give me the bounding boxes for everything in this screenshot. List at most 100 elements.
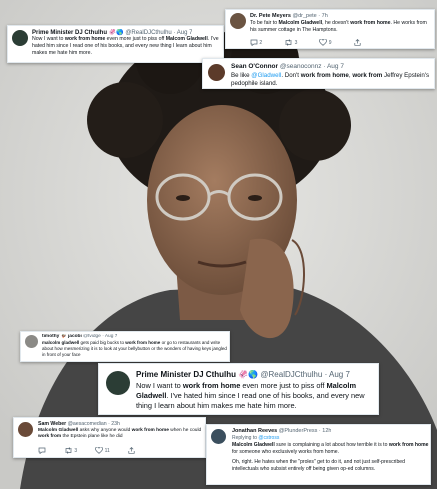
retweet-count: 3 <box>294 39 298 46</box>
share-button[interactable] <box>353 39 361 46</box>
retweet-icon <box>285 39 292 46</box>
like-count: 11 <box>104 447 110 454</box>
tweet-header: Sam Weber @aesacomedian · 23h <box>38 421 120 427</box>
share-icon <box>353 39 361 46</box>
tweet-header: Sean O'Connor @seanoconnz · Aug 7 <box>231 63 344 70</box>
share-icon <box>128 447 135 454</box>
highlight-text: Malcom Gladwell <box>165 36 208 42</box>
highlight-text: work from home <box>131 428 169 433</box>
highlight-text: work from home <box>125 340 161 345</box>
text-run: Now I want to <box>32 36 65 42</box>
handle[interactable]: @RealDJCthulhu <box>260 370 322 379</box>
tweet-card-cthulhu-top[interactable]: Prime Minister DJ Cthulhu 🦑🌎 @RealDJCthu… <box>7 25 224 63</box>
retweet-button[interactable]: 3 <box>284 39 297 46</box>
text-run: even more just to piss off <box>105 36 166 42</box>
display-name[interactable]: Jonathan Reeves <box>232 428 277 434</box>
display-name[interactable]: timothy 🦆 jacobi <box>42 334 82 339</box>
avatar[interactable] <box>106 371 130 395</box>
text-run: even more just to piss off <box>240 381 327 390</box>
handle[interactable]: @PlunderPress <box>279 428 318 434</box>
tweet-text: Now I want to work from home even more j… <box>32 36 220 57</box>
handle[interactable]: @dr_pete <box>293 13 317 19</box>
tweet-text: To be fair to Malcolm Gladwell, he doesn… <box>250 20 433 34</box>
mention-link[interactable]: @Gladwell <box>251 72 281 79</box>
like-count: 9 <box>328 39 332 46</box>
tweet-card-reeves[interactable]: Jonathan Reeves @PlunderPress · 12h Repl… <box>206 424 431 485</box>
replying-prefix: Replying to <box>232 435 259 441</box>
highlight-text: Malcolm Gladwell <box>38 428 79 433</box>
share-button[interactable] <box>128 447 135 454</box>
highlight-text: work from home <box>388 442 429 448</box>
text-run: To be fair to <box>250 20 279 26</box>
text-run: when he could <box>168 428 202 433</box>
tweet-text: Now I want to work from home even more j… <box>136 381 376 410</box>
text-run: . Don't <box>281 72 301 79</box>
text-run: , he doesn't <box>322 20 351 26</box>
reply-button[interactable] <box>38 447 46 454</box>
text-run: sure is complaining a lot about how terr… <box>274 442 389 448</box>
avatar[interactable] <box>230 13 246 29</box>
tweet-card-cthulhu-large[interactable]: Prime Minister DJ Cthulhu 🦑🌎 @RealDJCthu… <box>98 363 379 415</box>
tweet-text: malcolm gladwell gets paid big bucks to … <box>42 340 228 358</box>
display-name[interactable]: Sean O'Connor <box>231 63 278 70</box>
tweet-header: Dr. Pete Meyers @dr_pete · 7h <box>250 13 328 19</box>
text-run: for someone who exclusively works from h… <box>232 448 340 455</box>
text-run: asks why anyone would <box>78 428 132 433</box>
highlight-text: work from <box>352 72 383 79</box>
tweet-paragraph-2: Oh, right. He hates when the "proles" ge… <box>232 459 429 472</box>
highlight-text: work from <box>38 434 62 440</box>
tweet-header: timothy 🦆 jacobi @tvidge · Aug 7 <box>42 334 117 339</box>
text-run: the Epstein plane like he did <box>61 434 123 440</box>
avatar[interactable] <box>211 429 226 444</box>
tweet-header: Prime Minister DJ Cthulhu 🦑🌎 @RealDJCthu… <box>32 29 192 36</box>
handle[interactable]: @aesacomedian <box>68 421 107 427</box>
like-icon <box>319 39 328 46</box>
handle[interactable]: @seanoconnz <box>280 63 322 70</box>
replying-handle[interactable]: @cstross <box>258 435 279 441</box>
timestamp[interactable]: · Aug 7 <box>102 334 117 339</box>
tweet-card-timothy[interactable]: timothy 🦆 jacobi @tvidge · Aug 7 malcolm… <box>20 331 230 362</box>
avatar[interactable] <box>208 64 225 81</box>
highlight-text: Malcolm Gladwell <box>278 20 323 26</box>
reply-icon <box>38 447 46 454</box>
text-run: gets paid big bucks to <box>79 340 126 345</box>
handle[interactable]: @tvidge <box>83 334 101 339</box>
avatar[interactable] <box>18 422 33 437</box>
reply-count: 2 <box>259 39 263 46</box>
display-name[interactable]: Dr. Pete Meyers <box>250 13 291 19</box>
retweet-icon <box>65 447 72 454</box>
name-emoji: 🦑🌎 <box>238 370 259 379</box>
tweet-card-meyers[interactable]: Dr. Pete Meyers @dr_pete · 7h To be fair… <box>225 9 435 49</box>
display-name[interactable]: Prime Minister DJ Cthulhu <box>136 370 236 379</box>
avatar[interactable] <box>25 335 38 348</box>
highlight-text: work from home <box>300 72 349 79</box>
tweet-card-oconnor[interactable]: Sean O'Connor @seanoconnz · Aug 7 Be lik… <box>202 58 435 89</box>
reply-icon <box>250 39 258 46</box>
timestamp[interactable]: · 7h <box>318 13 327 19</box>
like-button[interactable]: 9 <box>319 39 332 46</box>
tweet-card-weber[interactable]: Sam Weber @aesacomedian · 23h Malcolm Gl… <box>13 417 206 458</box>
avatar[interactable] <box>12 30 28 46</box>
timestamp[interactable]: · 12h <box>319 428 332 434</box>
highlight-text: work from home <box>182 381 241 390</box>
like-button[interactable]: 11 <box>95 447 110 454</box>
like-icon <box>95 447 104 454</box>
tweet-header: Jonathan Reeves @PlunderPress · 12h <box>232 428 331 434</box>
tweet-paragraph-1: Malcolm Gladwell sure is complaining a l… <box>232 442 429 455</box>
reply-button[interactable]: 2 <box>250 39 262 46</box>
text-run: Oh, right. He hates when the "proles" ge… <box>232 459 405 473</box>
tweet-text: Malcolm Gladwell sure is complaining a l… <box>232 442 429 473</box>
replying-to: Replying to @cstross <box>232 435 279 441</box>
text-run: Be like <box>231 72 252 79</box>
tweet-header: Prime Minister DJ Cthulhu 🦑🌎 @RealDJCthu… <box>136 370 350 379</box>
timestamp[interactable]: · Aug 7 <box>325 370 350 379</box>
highlight-text: malcolm gladwell <box>42 340 80 345</box>
display-name[interactable]: Sam Weber <box>38 421 66 427</box>
tweet-actions: 3 11 <box>38 447 135 454</box>
timestamp[interactable]: · 23h <box>108 421 120 427</box>
tweet-text: Be like @Gladwell. Don't work from home,… <box>231 72 433 88</box>
text-run: Now I want to <box>136 381 183 390</box>
highlight-text: work from home <box>64 36 106 42</box>
retweet-button[interactable]: 3 <box>64 447 77 454</box>
timestamp[interactable]: · Aug 7 <box>323 63 344 70</box>
